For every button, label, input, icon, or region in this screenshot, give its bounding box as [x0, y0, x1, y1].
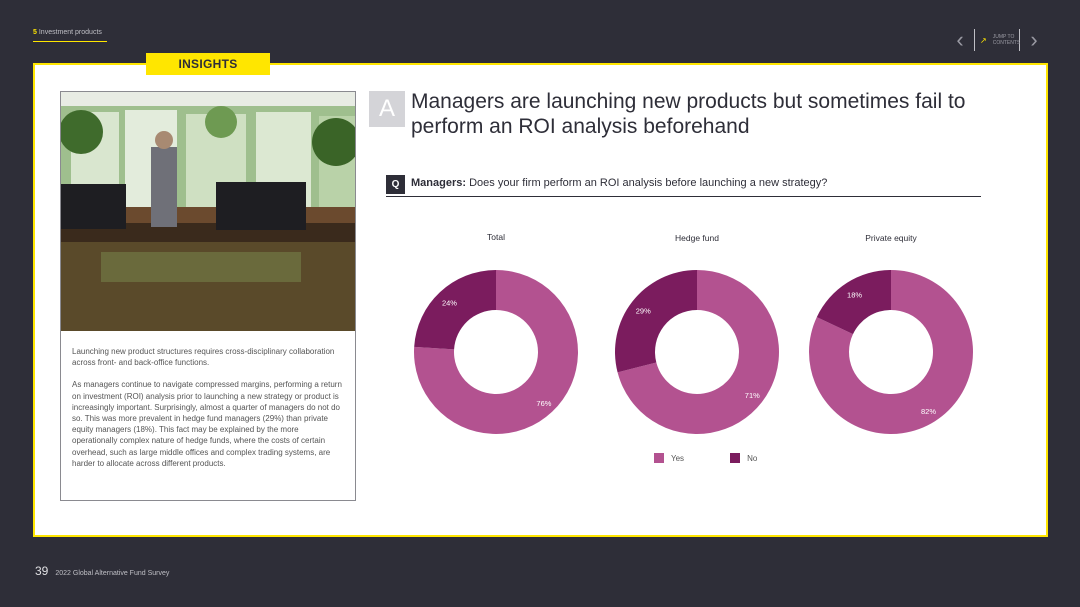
data-label-private-equity-no: 18% [847, 291, 862, 300]
slice-hedge-fund-no [615, 270, 697, 373]
legend-item-no: No [730, 453, 757, 463]
data-label-hedge-fund-yes: 71% [745, 391, 760, 400]
slice-total-no [414, 270, 496, 350]
page-number: 39 [35, 564, 49, 578]
arrow-icon: ↗ [980, 35, 987, 45]
footer-title: 2022 Global Alternative Fund Survey [55, 570, 170, 577]
data-label-private-equity-yes: 82% [921, 407, 936, 416]
insights-panel: INSIGHTS Launching new product structure… [33, 53, 1048, 537]
legend-swatch-no [730, 453, 741, 463]
chevron-left-icon[interactable]: ‹ [952, 28, 968, 52]
chart-legend: Yes No [654, 453, 757, 463]
legend-label-no: No [747, 453, 758, 463]
section-number: 5 [33, 29, 37, 36]
legend-label-yes: Yes [671, 453, 685, 463]
legend-swatch-yes [654, 453, 664, 463]
data-label-total-yes: 76% [536, 399, 551, 408]
chevron-right-icon[interactable]: › [1026, 28, 1042, 52]
section-label: Investment products [38, 29, 102, 36]
chart-title-total: Total [487, 232, 505, 242]
data-label-total-no: 24% [442, 298, 457, 307]
page-navigation: ‹ ↗ JUMP TO CONTENTS › [952, 28, 1042, 52]
section-breadcrumb: 5 Investment products [33, 29, 107, 42]
footer: 39 2022 Global Alternative Fund Survey [35, 564, 169, 578]
jump-to-contents-label: JUMP TO CONTENTS [992, 34, 1021, 46]
jump-to-contents-button[interactable]: ↗ JUMP TO CONTENTS [974, 29, 1020, 51]
donut-charts: Total 76% 24% Hedge fund 71% 29% Private equit… [413, 232, 973, 434]
chart-title-hedge-fund: Hedge fund [675, 233, 719, 243]
legend-item-yes: Yes [654, 453, 684, 463]
chart-title-private-equity: Private equity [865, 233, 917, 243]
data-label-hedge-fund-no: 29% [636, 306, 651, 315]
